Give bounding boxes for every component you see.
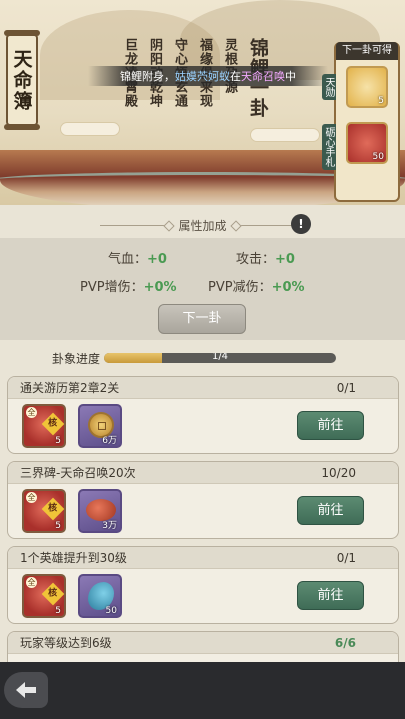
attribute-header-label: 属性加成 <box>178 218 227 233</box>
skill-tag: 核 <box>41 582 65 606</box>
skill-tag: 核 <box>41 497 65 521</box>
stat-pvp-reduction: PVP减伤：+0% <box>208 276 305 295</box>
back-arrow-icon <box>16 682 36 698</box>
reward-qty: 5 <box>55 606 61 616</box>
notice-location: 天命召唤 <box>241 70 285 83</box>
stat-value: +0% <box>271 280 305 295</box>
progress-text: 1/4 <box>211 353 229 362</box>
progress-label: 卦象进度 <box>52 352 101 366</box>
stat-value: +0% <box>143 280 177 295</box>
copper-coin-icon[interactable]: 6万 <box>78 404 122 448</box>
stat-value: +0 <box>147 252 167 267</box>
spirit-fish-icon[interactable]: 50 <box>78 574 122 618</box>
goto-button[interactable]: 前往 <box>297 411 364 440</box>
stat-label: PVP增伤： <box>80 280 144 295</box>
stat-pvp-damage: PVP增伤：+0% <box>80 276 177 295</box>
back-button[interactable] <box>4 672 48 708</box>
reward-count: 50 <box>372 152 384 162</box>
page-title-scroll: 天命簿 <box>4 30 40 130</box>
stat-label: 气血： <box>108 252 148 267</box>
stat-label: 攻击： <box>236 252 276 267</box>
fruit-icon[interactable]: 5 <box>346 66 388 108</box>
notice-suffix: 中 <box>285 70 296 83</box>
reward-count: 5 <box>378 96 384 106</box>
badge: 全 <box>26 407 37 418</box>
task-count: 0/1 <box>336 551 356 565</box>
top-banner: 天命簿 锦鲤一卦 灵根孕源 福缘俱来现 守心悟玄通 阴阳动乾坤 巨龙凌霄殿 锦鲤… <box>0 0 405 205</box>
stat-label: PVP减伤： <box>208 280 272 295</box>
skill-book-icon[interactable]: 50 <box>346 122 388 164</box>
goto-button[interactable]: 前往 <box>297 496 364 525</box>
divination-progress: 卦象进度 1/4 <box>0 346 405 370</box>
skill-tag: 核 <box>41 412 65 436</box>
badge: 全 <box>26 577 37 588</box>
broadcast-notice: 锦鲤附身， 姑嫫茓妸蚁 在 天命召唤 中 <box>88 66 328 86</box>
reward-qty: 6万 <box>102 436 117 446</box>
task-count: 6/6 <box>334 636 356 650</box>
task-card: 三界碑-天命召唤20次 10/20 全 核 5 3万 前往 <box>7 461 399 539</box>
goto-button[interactable]: 前往 <box>297 581 364 610</box>
notice-player-name: 姑嫫茓妸蚁 <box>175 70 230 83</box>
page-title: 天命簿 <box>10 48 33 112</box>
stat-value: +0 <box>275 252 295 267</box>
notice-mid: 在 <box>230 70 241 83</box>
skill-book-icon[interactable]: 全 核 5 <box>22 404 66 448</box>
task-count: 0/1 <box>336 381 356 395</box>
cloud-decoration <box>60 122 120 136</box>
progress-bar: 1/4 <box>104 353 336 363</box>
reward-side-tag: 天勋 <box>322 74 336 100</box>
bottom-bar <box>0 662 405 719</box>
badge: 全 <box>26 492 37 503</box>
stat-attack: 攻击：+0 <box>236 248 295 267</box>
attribute-header: 属性加成 <box>0 214 405 236</box>
next-divination-button[interactable]: 下一卦 <box>158 304 246 334</box>
divider <box>100 224 171 226</box>
reward-qty: 3万 <box>102 521 117 531</box>
next-reward-title: 下一卦可得 <box>336 42 398 60</box>
skill-book-icon[interactable]: 全 核 5 <box>22 574 66 618</box>
reward-side-tag: 砺心手札 <box>322 124 336 170</box>
task-card: 通关游历第2章2关 0/1 全 核 5 6万 前往 <box>7 376 399 454</box>
notice-prefix: 锦鲤附身， <box>120 70 175 83</box>
reward-qty: 50 <box>105 606 117 616</box>
reward-qty: 5 <box>55 521 61 531</box>
task-count: 10/20 <box>321 466 356 480</box>
next-reward-panel: 下一卦可得 天勋 5 砺心手札 50 <box>322 42 400 202</box>
task-card: 1个英雄提升到30级 0/1 全 核 5 50 前往 <box>7 546 399 624</box>
skill-book-icon[interactable]: 全 核 5 <box>22 489 66 533</box>
reward-qty: 5 <box>55 436 61 446</box>
info-button[interactable]: ! <box>291 214 311 234</box>
meat-icon[interactable]: 3万 <box>78 489 122 533</box>
cloud-decoration <box>250 128 320 142</box>
stat-hp: 气血：+0 <box>108 248 167 267</box>
